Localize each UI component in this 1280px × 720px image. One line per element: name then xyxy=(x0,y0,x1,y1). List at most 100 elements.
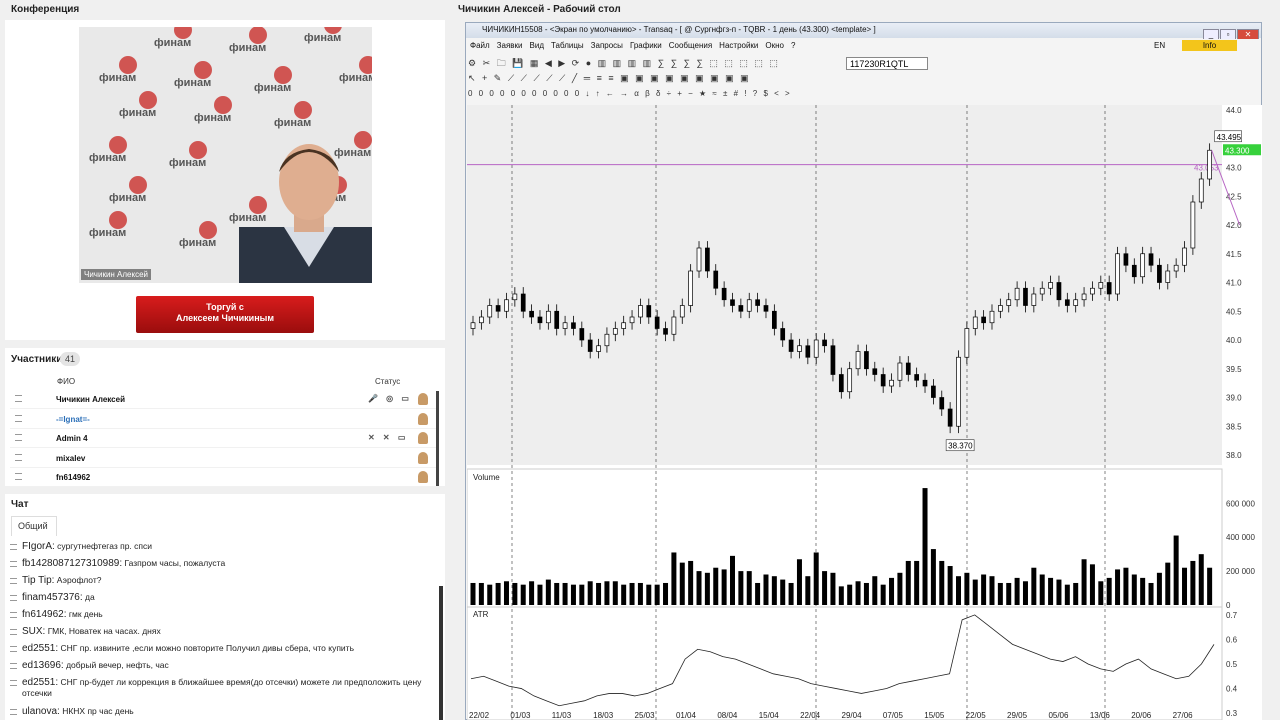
drag-handle-icon[interactable] xyxy=(15,414,22,422)
video-feed: финам финам финам финам финам финам финам финам… xyxy=(79,27,372,283)
candle-body xyxy=(679,305,685,318)
volume-bar xyxy=(704,572,710,605)
candle-body xyxy=(746,299,752,312)
candle-body xyxy=(571,322,576,329)
volume-bar xyxy=(587,581,593,605)
volume-tick-label: 200 000 xyxy=(1226,567,1255,576)
chat-scrollbar[interactable] xyxy=(439,586,443,720)
candle-body xyxy=(1173,264,1179,272)
candle-body xyxy=(671,316,677,335)
date-tick-label: 05/06 xyxy=(1048,711,1069,720)
menu-item[interactable]: Вид xyxy=(530,41,544,50)
info-button[interactable]: Info xyxy=(1182,40,1237,51)
candle-body xyxy=(713,270,719,289)
volume-bar xyxy=(930,549,936,605)
menu-item[interactable]: Графики xyxy=(630,41,662,50)
menu-item[interactable]: Заявки xyxy=(497,41,523,50)
date-tick-label: 15/04 xyxy=(759,711,780,720)
price-tick-label: 41.5 xyxy=(1226,250,1242,259)
drag-handle-icon[interactable] xyxy=(15,395,22,402)
volume-bar xyxy=(1106,577,1112,605)
price-chart[interactable]: 44.043.543.042.542.041.541.040.540.039.5… xyxy=(467,105,1262,720)
price-tick-label: 42.0 xyxy=(1226,221,1242,230)
menu-item[interactable]: Таблицы xyxy=(551,41,584,50)
candle-body xyxy=(554,310,560,329)
candle-body xyxy=(529,310,534,318)
chat-user: ed2551: xyxy=(22,677,59,688)
toolbar-draw[interactable]: ↖ + ✎ ⟋ ⟋ ⟋ ⟋ ⟋ ╱ ═ ≡ ≡ ▣ ▣ ▣ ▣ ▣ ▣ ▣ ▣ … xyxy=(468,73,1260,88)
language-button[interactable]: EN xyxy=(1154,41,1165,50)
participant-name: mixalev xyxy=(56,453,86,463)
chat-title: Чат xyxy=(11,499,29,510)
volume-bar xyxy=(1115,569,1121,605)
candle-body xyxy=(1131,264,1137,278)
candle-body xyxy=(822,339,827,347)
chat-text: сургутнефтегаз пр. спси xyxy=(57,541,153,551)
chat-message: ulanova: НКНХ пр час день xyxy=(10,706,434,717)
candle-body xyxy=(638,305,643,318)
finam-logo-text: финам xyxy=(119,107,157,119)
candle-body xyxy=(989,310,995,324)
volume-bar xyxy=(1140,577,1146,605)
candle-body xyxy=(705,247,710,272)
volume-bar xyxy=(838,586,844,605)
candle-body xyxy=(847,368,853,393)
candle-body xyxy=(1098,282,1104,289)
chat-text: СНГ пр. извините ,если можно повторите П… xyxy=(60,643,354,653)
toolbar-markers[interactable]: 0 0 0 0 0 0 0 0 0 0 0 ↓ ↑ ← → α β δ ÷ + … xyxy=(468,89,1260,104)
candle-body xyxy=(587,339,593,352)
price-tick-label: 38.5 xyxy=(1226,422,1242,431)
candle-body xyxy=(1198,178,1204,203)
menu-item[interactable]: Сообщения xyxy=(669,41,712,50)
menu-item[interactable]: Окно xyxy=(765,41,784,50)
price-tick-label: 40.5 xyxy=(1226,307,1242,316)
drag-handle-icon[interactable] xyxy=(15,434,22,441)
candle-body xyxy=(1081,293,1087,301)
menu-item[interactable]: Настройки xyxy=(719,41,758,50)
menu-item[interactable]: Запросы xyxy=(591,41,623,50)
message-handle-icon xyxy=(10,663,17,669)
menu-item[interactable]: Файл xyxy=(470,41,490,50)
symbol-select[interactable]: 117230R1QTL xyxy=(846,57,928,70)
atr-label: ATR xyxy=(473,610,489,619)
chat-user: fb1428087127310989: xyxy=(22,558,123,569)
participant-row[interactable]: Чичикин Алексей 🎤 ◎ ▭ xyxy=(10,390,436,409)
volume-bar xyxy=(663,582,669,605)
volume-bar xyxy=(1098,581,1104,605)
participants-scrollbar[interactable] xyxy=(436,391,439,486)
participant-row[interactable]: fn614962 xyxy=(10,468,436,487)
volume-bar xyxy=(1022,581,1028,605)
drag-handle-icon[interactable] xyxy=(15,473,22,480)
avatar-icon xyxy=(418,451,428,464)
candle-body xyxy=(1064,299,1070,306)
candle-body xyxy=(905,362,911,375)
participant-row[interactable]: -=Ignat=- xyxy=(10,410,436,429)
candle-body xyxy=(964,328,970,358)
menu-item[interactable]: ? xyxy=(791,41,795,50)
participant-row[interactable]: mixalev xyxy=(10,449,436,468)
candle-body xyxy=(864,351,869,370)
chat-user: ed13696: xyxy=(22,660,64,671)
volume-bar xyxy=(905,560,911,605)
trade-with-button[interactable]: Торгуй с Алексеем Чичикиным xyxy=(136,296,314,333)
candle-body xyxy=(880,374,886,387)
volume-bar xyxy=(1048,577,1054,605)
drag-handle-icon[interactable] xyxy=(15,453,22,461)
candle-body xyxy=(922,379,928,387)
volume-bar xyxy=(696,571,702,605)
atr-tick-label: 0.7 xyxy=(1226,611,1238,620)
tab-general[interactable]: Общий xyxy=(11,516,57,536)
chat-message: FIgorA: сургутнефтегаз пр. спси xyxy=(10,541,434,552)
volume-bar xyxy=(780,579,786,605)
volume-bar xyxy=(520,584,526,605)
participants-count: 41 xyxy=(60,352,81,366)
chat-text: да xyxy=(84,592,95,602)
message-handle-icon xyxy=(10,680,17,686)
candle-body xyxy=(487,305,493,318)
chat-message: fb1428087127310989: Газпром часы, пожалу… xyxy=(10,558,434,569)
participant-row[interactable]: Admin 4 ✕ ✕ ▭ xyxy=(10,429,436,448)
chart-area[interactable]: 44.043.543.042.542.041.541.040.540.039.5… xyxy=(467,105,1262,720)
volume-bar xyxy=(1123,567,1129,605)
date-tick-label: 01/03 xyxy=(510,711,531,720)
volume-tick-label: 0 xyxy=(1226,601,1231,610)
